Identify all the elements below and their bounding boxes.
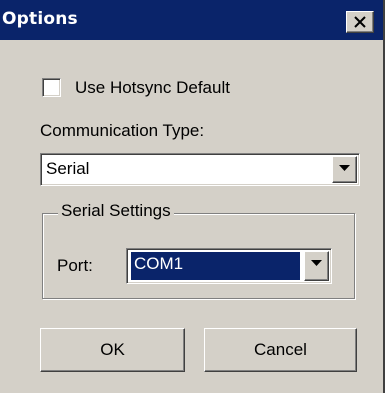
options-dialog: Options Use Hotsync Default Communicatio… [0, 0, 385, 393]
communication-type-value: Serial [46, 159, 90, 178]
cancel-button[interactable]: Cancel [204, 328, 357, 372]
chevron-down-icon [339, 165, 350, 171]
port-select[interactable]: COM1 [126, 248, 332, 284]
title-bar[interactable]: Options [0, 0, 383, 40]
ok-button[interactable]: OK [40, 328, 185, 372]
window-title: Options [2, 9, 78, 29]
communication-type-select[interactable]: Serial [40, 153, 360, 186]
close-button[interactable] [346, 11, 374, 33]
chevron-down-icon [311, 260, 322, 266]
port-selection-highlight: COM1 [131, 252, 300, 280]
use-hotsync-default-checkbox[interactable] [42, 78, 61, 97]
close-icon [354, 16, 366, 28]
port-label: Port: [57, 256, 93, 275]
port-value: COM1 [134, 254, 184, 273]
serial-settings-legend: Serial Settings [58, 201, 174, 221]
port-dropdown-button[interactable] [304, 251, 329, 281]
communication-type-label: Communication Type: [40, 121, 205, 140]
communication-type-dropdown-button[interactable] [332, 156, 357, 183]
use-hotsync-default-label: Use Hotsync Default [75, 78, 230, 97]
